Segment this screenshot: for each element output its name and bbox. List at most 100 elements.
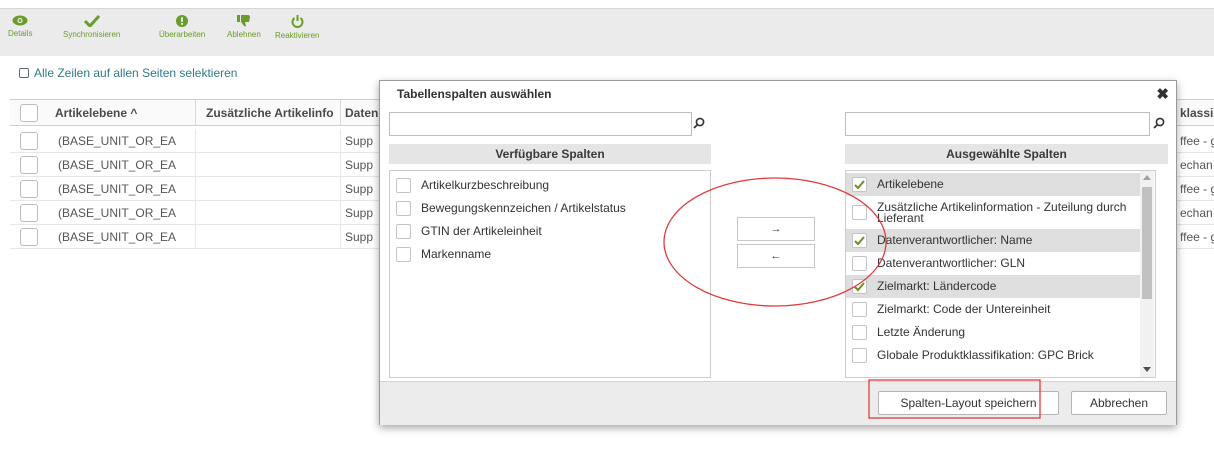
- close-icon[interactable]: ✖: [1156, 85, 1169, 103]
- scroll-up-icon[interactable]: [1143, 175, 1151, 180]
- cell-artikelebene: (BASE_UNIT_OR_EA: [43, 177, 196, 201]
- list-item[interactable]: Zielmarkt: Code der Untereinheit: [846, 298, 1142, 321]
- item-checkbox[interactable]: [852, 348, 867, 363]
- list-item[interactable]: Zielmarkt: Ländercode: [846, 275, 1142, 298]
- cell-artikelebene: (BASE_UNIT_OR_EA: [43, 153, 196, 177]
- eye-icon: [12, 15, 28, 26]
- list-item[interactable]: Globale Produktklassifikation: GPC Brick: [846, 344, 1142, 367]
- column-header-klassifikation[interactable]: klassi: [1180, 100, 1214, 126]
- item-checkbox[interactable]: [396, 178, 411, 193]
- cell-klassifikation: ffee - g: [1180, 134, 1214, 148]
- move-right-button[interactable]: →: [737, 217, 815, 241]
- reaktivieren-button[interactable]: Reaktivieren: [275, 15, 319, 40]
- cell-zusaetzliche: [196, 201, 341, 225]
- dialog-title-bar: Tabellenspalten auswählen ✖: [380, 81, 1176, 107]
- search-icon[interactable]: [693, 117, 705, 129]
- search-icon[interactable]: [1153, 117, 1165, 129]
- exclamation-circle-icon: [176, 15, 189, 27]
- reaktivieren-label: Reaktivieren: [275, 31, 320, 40]
- list-item[interactable]: Bewegungskennzeichen / Artikelstatus: [390, 197, 710, 220]
- item-checkbox[interactable]: [852, 205, 867, 220]
- column-header-zusaetzliche[interactable]: Zusätzliche Artikelinfo: [196, 100, 341, 126]
- row-checkbox[interactable]: [20, 228, 38, 246]
- power-icon: [291, 15, 304, 28]
- cell-artikelebene: (BASE_UNIT_OR_EA: [43, 129, 196, 153]
- cell-klassifikation: ffee - g: [1180, 230, 1214, 244]
- column-header-artikelebene[interactable]: Artikelebene ^: [43, 100, 196, 126]
- check-icon: [854, 180, 865, 190]
- move-left-button[interactable]: ←: [737, 244, 815, 268]
- list-item[interactable]: Zusätzliche Artikelinformation - Zuteilu…: [846, 196, 1142, 229]
- list-item[interactable]: GTIN der Artikeleinheit: [390, 220, 710, 243]
- item-checkbox[interactable]: [852, 325, 867, 340]
- item-checkbox[interactable]: [852, 302, 867, 317]
- ablehnen-label: Ablehnen: [227, 30, 261, 39]
- available-search-input[interactable]: [389, 112, 692, 136]
- select-all-label: Alle Zeilen auf allen Seiten selektieren: [34, 66, 238, 80]
- item-label: Bewegungskennzeichen / Artikelstatus: [421, 201, 626, 215]
- ueberarbeiten-button[interactable]: Überarbeiten: [159, 15, 205, 39]
- item-checkbox[interactable]: [852, 279, 867, 294]
- cancel-button[interactable]: Abbrechen: [1071, 391, 1167, 415]
- dialog-footer: Spalten-Layout speichern Abbrechen: [380, 381, 1176, 425]
- select-all-link[interactable]: Alle Zeilen auf allen Seiten selektieren: [19, 66, 237, 80]
- selected-columns-header: Ausgewählte Spalten: [845, 144, 1168, 164]
- details-button[interactable]: Details: [8, 15, 32, 38]
- list-item[interactable]: Markenname: [390, 243, 710, 266]
- app-window: Details Synchronisieren Überarbeiten Abl…: [0, 0, 1214, 457]
- item-label: Markenname: [421, 247, 492, 261]
- item-label: Globale Produktklassifikation: GPC Brick: [877, 348, 1094, 362]
- cell-artikelebene: (BASE_UNIT_OR_EA: [43, 225, 196, 249]
- column-chooser-dialog: Tabellenspalten auswählen ✖ Verfügbare S…: [379, 80, 1177, 425]
- row-checkbox[interactable]: [20, 204, 38, 222]
- cell-zusaetzliche: [196, 129, 341, 153]
- check-icon: [83, 15, 100, 27]
- available-columns-list: Artikelkurzbeschreibung Bewegungskennzei…: [389, 170, 711, 378]
- item-label: Artikelkurzbeschreibung: [421, 178, 550, 192]
- item-label: GTIN der Artikeleinheit: [421, 224, 542, 238]
- item-checkbox[interactable]: [852, 256, 867, 271]
- synchronisieren-button[interactable]: Synchronisieren: [63, 15, 120, 39]
- item-checkbox[interactable]: [396, 201, 411, 216]
- row-checkbox[interactable]: [20, 132, 38, 150]
- header-checkbox[interactable]: [20, 104, 38, 122]
- item-checkbox[interactable]: [396, 247, 411, 262]
- item-checkbox[interactable]: [852, 177, 867, 192]
- synchronisieren-label: Synchronisieren: [63, 30, 121, 39]
- cell-klassifikation: ffee - g: [1180, 182, 1214, 196]
- ueberarbeiten-label: Überarbeiten: [159, 30, 206, 39]
- cell-klassifikation: echan: [1180, 206, 1213, 220]
- selected-search-input[interactable]: [845, 112, 1150, 136]
- save-layout-button[interactable]: Spalten-Layout speichern: [878, 391, 1059, 415]
- item-label: Zusätzliche Artikelinformation - Zuteilu…: [877, 199, 1127, 225]
- list-item[interactable]: Letzte Änderung: [846, 321, 1142, 344]
- list-item[interactable]: Artikelebene: [846, 173, 1142, 196]
- list-item[interactable]: Datenverantwortlicher: Name: [846, 229, 1142, 252]
- ablehnen-button[interactable]: Ablehnen: [227, 15, 261, 39]
- scroll-thumb[interactable]: [1142, 187, 1152, 299]
- row-checkbox[interactable]: [20, 156, 38, 174]
- cell-klassifikation: echan: [1180, 158, 1213, 172]
- list-item[interactable]: Datenverantwortlicher: GLN: [846, 252, 1142, 275]
- available-columns-header: Verfügbare Spalten: [389, 144, 711, 164]
- thumbs-down-icon: [236, 15, 250, 27]
- cell-zusaetzliche: [196, 153, 341, 177]
- toolbar: Details Synchronisieren Überarbeiten Abl…: [0, 8, 1214, 56]
- scroll-down-icon[interactable]: [1143, 367, 1151, 372]
- list-item[interactable]: Artikelkurzbeschreibung: [390, 174, 710, 197]
- item-checkbox[interactable]: [396, 224, 411, 239]
- item-label: Datenverantwortlicher: GLN: [877, 256, 1026, 270]
- item-label: Datenverantwortlicher: Name: [877, 233, 1033, 247]
- item-label: Zielmarkt: Code der Untereinheit: [877, 302, 1051, 316]
- dialog-title: Tabellenspalten auswählen: [397, 87, 552, 101]
- details-label: Details: [8, 29, 33, 38]
- cell-zusaetzliche: [196, 225, 341, 249]
- cell-zusaetzliche: [196, 177, 341, 201]
- selected-columns-list: Artikelebene Zusätzliche Artikelinformat…: [845, 170, 1156, 378]
- cell-artikelebene: (BASE_UNIT_OR_EA: [43, 201, 196, 225]
- row-checkbox[interactable]: [20, 180, 38, 198]
- select-all-checkbox[interactable]: [19, 68, 29, 78]
- item-checkbox[interactable]: [852, 233, 867, 248]
- item-label: Artikelebene: [877, 177, 944, 191]
- selected-list-scrollbar[interactable]: [1140, 171, 1154, 377]
